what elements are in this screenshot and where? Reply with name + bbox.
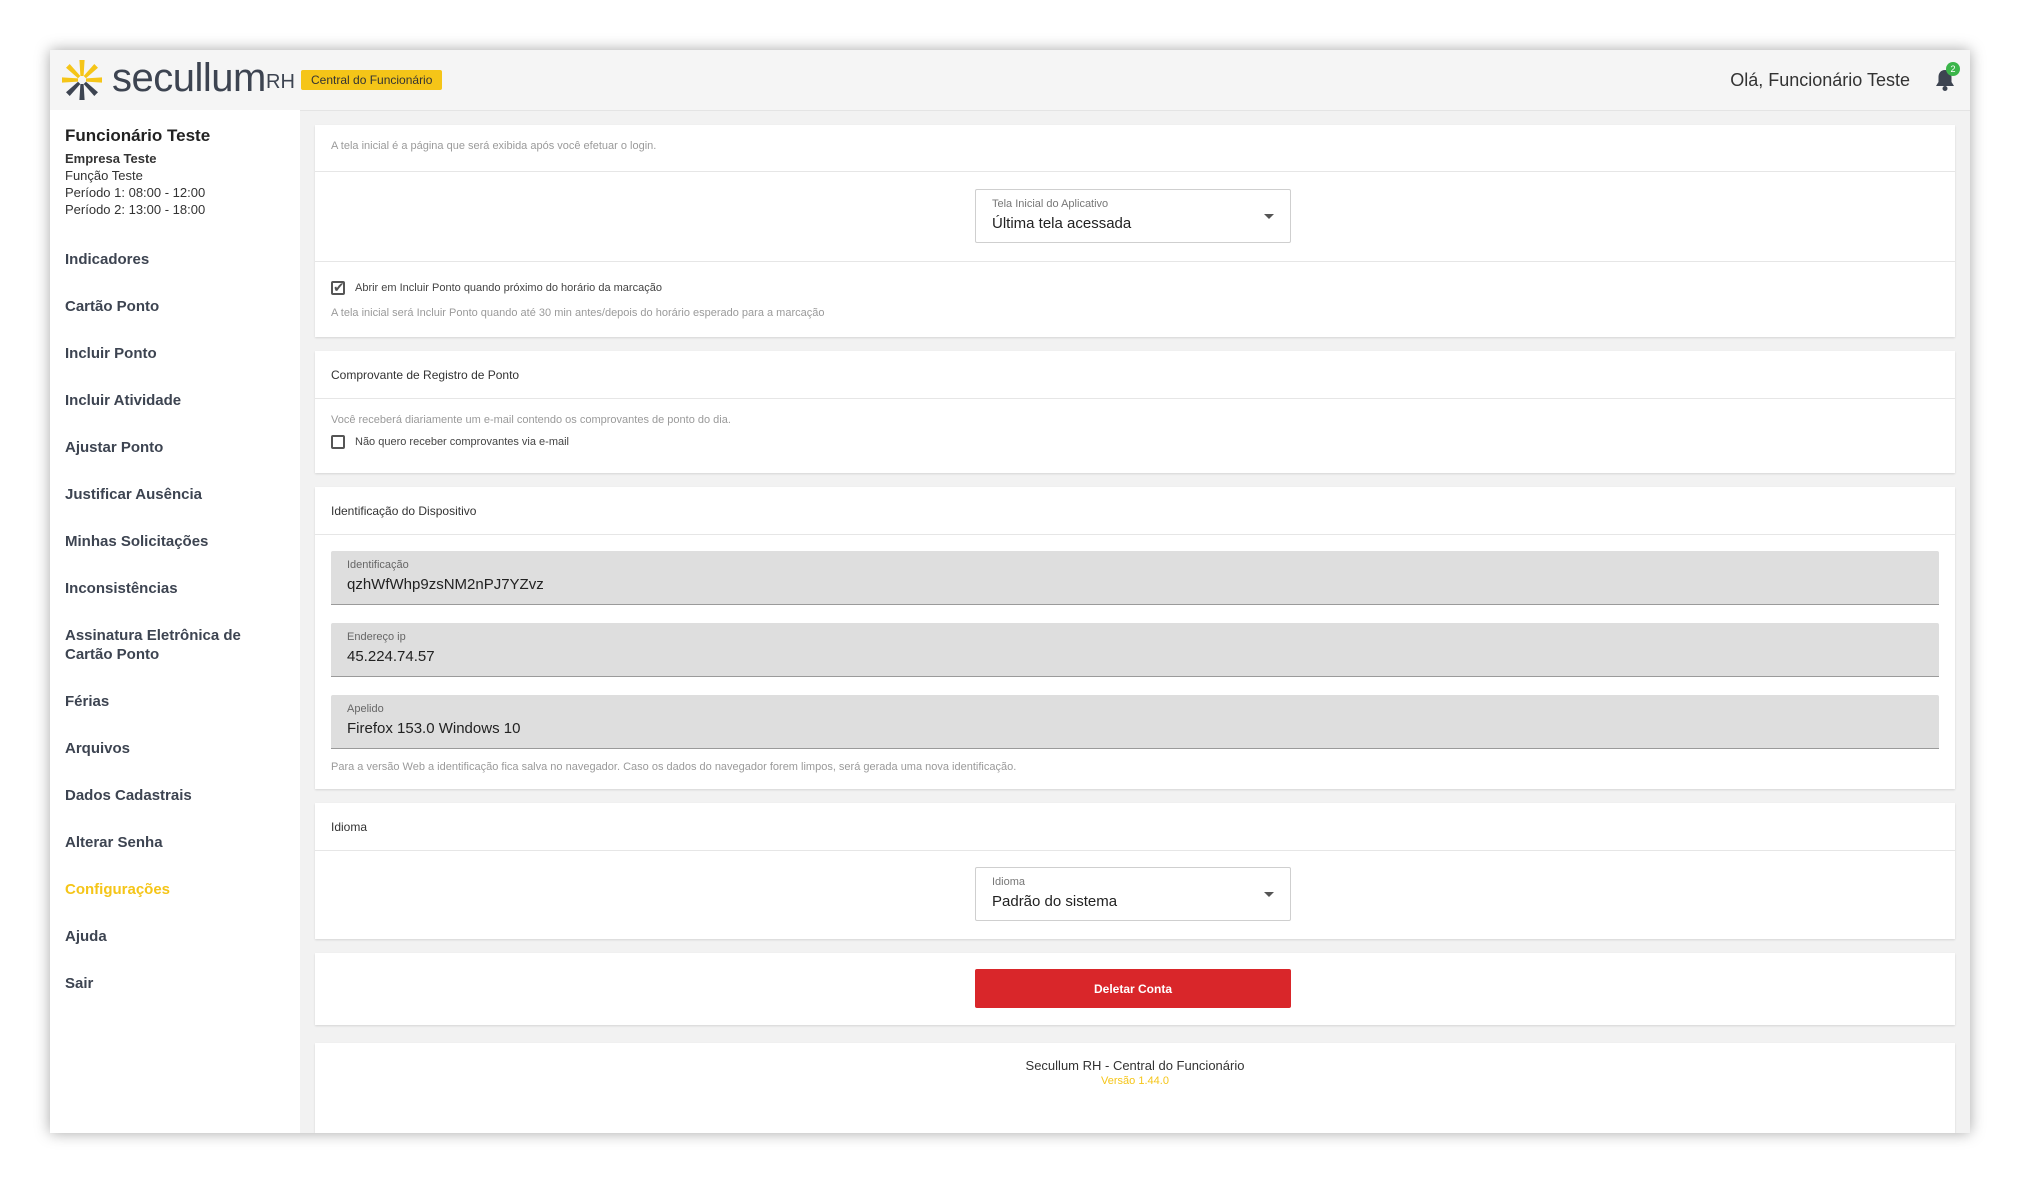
sidebar-item-arquivos[interactable]: Arquivos: [65, 739, 130, 758]
sidebar-item-cartao-ponto[interactable]: Cartão Ponto: [65, 297, 159, 316]
open-incluir-ponto-checkbox[interactable]: ✔: [331, 279, 345, 295]
device-hint: Para a versão Web a identificação fica s…: [331, 761, 1017, 773]
receipt-description: Você receberá diariamente um e-mail cont…: [331, 414, 731, 426]
sidebar-item-sair[interactable]: Sair: [65, 974, 93, 993]
sidebar-item-justificar-ausencia[interactable]: Justificar Ausência: [65, 485, 202, 504]
sidebar-item-indicadores[interactable]: Indicadores: [65, 250, 149, 269]
nickname-value: Firefox 153.0 Windows 10: [347, 720, 521, 737]
user-period-1: Período 1: 08:00 - 12:00: [65, 185, 206, 200]
home-screen-description: A tela inicial é a página que será exibi…: [331, 140, 657, 152]
ip-address-value: 45.224.74.57: [347, 648, 435, 665]
receipt-title: Comprovante de Registro de Ponto: [331, 368, 520, 382]
nickname-label: Apelido: [347, 703, 384, 715]
top-header: secullum RH Central do Funcionário Olá, …: [50, 50, 1970, 111]
device-id-value: qzhWfWhp9zsNM2nPJ7YZvz: [347, 576, 544, 593]
delete-account-card: Deletar Conta: [315, 953, 1955, 1025]
no-email-receipt-label: Não quero receber comprovantes via e-mai…: [355, 436, 569, 448]
divider: [315, 850, 1955, 851]
home-screen-select-value: Última tela acessada: [992, 215, 1132, 232]
user-company: Empresa Teste: [65, 151, 157, 166]
language-select-label: Idioma: [992, 876, 1026, 888]
nickname-field: Apelido Firefox 153.0 Windows 10: [331, 695, 1939, 749]
language-card: Idioma Idioma Padrão do sistema: [315, 803, 1955, 939]
home-screen-select[interactable]: Tela Inicial do Aplicativo Última tela a…: [975, 189, 1291, 243]
open-incluir-ponto-hint: A tela inicial será Incluir Ponto quando…: [331, 307, 825, 319]
footer-card: Secullum RH - Central do Funcionário Ver…: [315, 1043, 1955, 1133]
sidebar-item-configuracoes[interactable]: Configurações: [65, 880, 170, 899]
sidebar-item-incluir-ponto[interactable]: Incluir Ponto: [65, 344, 157, 363]
caret-down-icon: [1264, 892, 1274, 897]
no-email-receipt-checkbox[interactable]: [331, 435, 345, 449]
language-title: Idioma: [331, 820, 368, 834]
sidebar-item-ferias[interactable]: Férias: [65, 692, 109, 711]
delete-account-button[interactable]: Deletar Conta: [975, 969, 1291, 1008]
divider: [315, 171, 1955, 172]
user-name: Funcionário Teste: [65, 126, 211, 145]
divider: [315, 398, 1955, 399]
device-card: Identificação do Dispositivo Identificaç…: [315, 487, 1955, 789]
sidebar-item-inconsistencias[interactable]: Inconsistências: [65, 579, 178, 598]
language-select-value: Padrão do sistema: [992, 893, 1118, 910]
sidebar-item-dados-cadastrais[interactable]: Dados Cadastrais: [65, 786, 192, 805]
divider: [315, 261, 1955, 262]
device-title: Identificação do Dispositivo: [331, 504, 477, 518]
user-period-2: Período 2: 13:00 - 18:00: [65, 202, 206, 217]
ip-address-field: Endereço ip 45.224.74.57: [331, 623, 1939, 677]
portal-badge: Central do Funcionário: [301, 70, 443, 90]
language-select[interactable]: Idioma Padrão do sistema: [975, 867, 1291, 921]
footer-version: Versão 1.44.0: [1101, 1075, 1169, 1087]
app-window: secullum RH Central do Funcionário Olá, …: [50, 50, 1970, 1133]
home-screen-select-label: Tela Inicial do Aplicativo: [992, 198, 1109, 210]
footer-title: Secullum RH - Central do Funcionário: [1025, 1058, 1245, 1073]
secullum-logo-icon: [62, 60, 102, 100]
receipt-card: Comprovante de Registro de Ponto Você re…: [315, 351, 1955, 473]
sidebar-item-incluir-atividade[interactable]: Incluir Atividade: [65, 391, 181, 410]
home-screen-card: A tela inicial é a página que será exibi…: [315, 125, 1955, 337]
checkmark-icon: ✔: [333, 279, 345, 295]
sidebar-item-assinatura-eletronica[interactable]: Assinatura Eletrônica de Cartão Ponto: [65, 626, 255, 664]
sidebar-item-ajuda[interactable]: Ajuda: [65, 927, 107, 946]
open-incluir-ponto-label: Abrir em Incluir Ponto quando próximo do…: [355, 282, 662, 294]
sidebar-item-ajustar-ponto[interactable]: Ajustar Ponto: [65, 438, 163, 457]
logo-text: secullum: [112, 56, 266, 100]
user-greeting[interactable]: Olá, Funcionário Teste: [1730, 68, 1910, 92]
notification-count-badge: 2: [1946, 62, 1960, 76]
sidebar-item-alterar-senha[interactable]: Alterar Senha: [65, 833, 163, 852]
sidebar: Funcionário Teste Empresa Teste Função T…: [50, 110, 300, 1133]
caret-down-icon: [1264, 214, 1274, 219]
device-id-label: Identificação: [347, 559, 409, 571]
user-role: Função Teste: [65, 168, 143, 183]
sidebar-item-minhas-solicitacoes[interactable]: Minhas Solicitações: [65, 532, 208, 551]
ip-address-label: Endereço ip: [347, 631, 406, 643]
device-id-field: Identificação qzhWfWhp9zsNM2nPJ7YZvz: [331, 551, 1939, 605]
logo-rh: RH: [266, 71, 295, 93]
divider: [315, 534, 1955, 535]
notifications-button[interactable]: 2: [1934, 62, 1960, 94]
